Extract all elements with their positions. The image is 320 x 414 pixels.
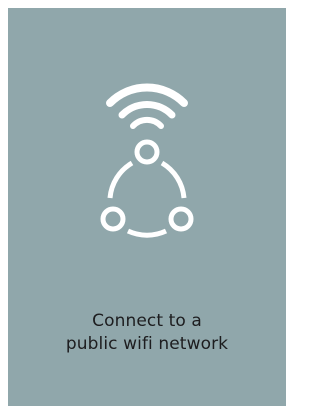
card-caption: Connect to a public wifi network [8, 310, 286, 356]
public-wifi-card[interactable]: Connect to a public wifi network [8, 8, 286, 406]
public-wifi-network-icon [92, 66, 202, 256]
caption-line-1: Connect to a [92, 311, 202, 331]
caption-line-2: public wifi network [65, 334, 229, 354]
